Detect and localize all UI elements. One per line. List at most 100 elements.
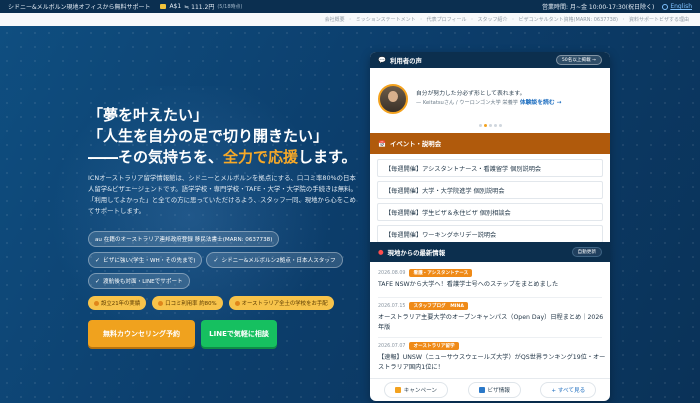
star-icon	[234, 300, 240, 306]
news-item[interactable]: 2026.08.09 看護・アシスタントナース TAFE NSWから大学へ！看護学…	[378, 269, 606, 290]
panel-footer: キャンペーン ビザ情報 + すべて見る	[370, 378, 610, 401]
language-label: English	[670, 3, 692, 10]
testimonial-text: 自分が努力した分必ず形として表れます。 — Keitatsuさん / ウーロンゴ…	[416, 90, 562, 108]
carousel-dot[interactable]	[488, 124, 492, 127]
globe-icon	[662, 3, 669, 10]
headline-line-1: 「夢を叶えたい」	[88, 106, 209, 124]
news-divider	[378, 297, 602, 298]
auto-update-badge: 自動更新	[571, 247, 602, 257]
testimonial-quote: 自分が努力した分必ず形として表れます。	[416, 91, 526, 97]
news-item[interactable]: 2026.07.15 スタッフブログ MINA オーストラリア主要大学のオープンキ…	[378, 302, 606, 333]
read-story-link[interactable]: 体験談を読む →	[520, 100, 562, 106]
badge-label: オーストラリア全土の学校をお手配	[241, 301, 328, 307]
view-all-button[interactable]: + すべて見る	[540, 382, 597, 398]
calendar-icon: 📅	[378, 139, 386, 148]
news-heading: 現地からの最新情報	[387, 248, 446, 257]
rate-value: ≒ 111.2円	[184, 4, 215, 11]
feature-pill-label: シドニー&メルボルン2拠点・日本人スタッフ	[221, 258, 336, 264]
avatar	[378, 84, 408, 114]
line-consult-button[interactable]: LINEで気軽に相談	[201, 320, 277, 347]
carousel-dot[interactable]	[478, 124, 482, 127]
news-header: ● 現地からの最新情報 自動更新	[370, 242, 610, 262]
carousel-dots	[370, 124, 610, 127]
news-title: 【速報】UNSW（ニューサウスウェールズ大学）がQS世界ランキング19位・オース…	[378, 354, 606, 371]
visa-label: ビザ情報	[487, 388, 510, 394]
feature-pill: au 在籍のオーストラリア連邦政府登録 移民法書士(MARN: 0637738)	[88, 231, 280, 247]
exchange-rate: A$1 ≒ 111.2円 (5/18時点)	[160, 2, 242, 11]
news-tag: オーストラリア留学	[409, 342, 459, 350]
coin-icon	[160, 4, 167, 9]
event-item[interactable]: 【毎週開催】大学・大学院進学 個別説明会	[377, 181, 603, 199]
testimonial: 自分が努力した分必ず形として表れます。 — Keitatsuさん / ウーロンゴ…	[378, 82, 604, 116]
event-item[interactable]: 【毎週開催】学生ビザ＆永住ビザ 個別相談会	[377, 203, 603, 221]
campaign-button[interactable]: キャンペーン	[383, 382, 449, 398]
language-link[interactable]: English	[662, 3, 692, 10]
feature-pill: ✓ 渡航後も対面・LINEでサポート	[88, 273, 190, 289]
gift-icon	[394, 387, 401, 393]
nav-item-staff[interactable]: スタッフ紹介	[475, 16, 511, 23]
check-icon: ✓	[95, 256, 101, 264]
event-list: 【毎週開催】アシスタントナース・看護留学 個別説明会 【毎週開催】大学・大学院進…	[377, 159, 603, 243]
headline-line-2: 「人生を自分の足で切り開きたい」	[88, 127, 329, 145]
event-item[interactable]: 【毎週開催】ワーキングホリデー説明会	[377, 225, 603, 243]
speech-bubble-icon: 💬	[378, 56, 386, 64]
hero-description: ICNオーストラリア留学情報館は、シドニーとメルボルンを拠点にする、口コミ率80…	[88, 174, 357, 215]
voice-header: 💬 利用者の声 50名以上掲載 →	[370, 52, 610, 68]
voice-heading: 利用者の声	[389, 56, 422, 65]
events-header: 📅 イベント・説明会	[370, 133, 610, 154]
rate-note: (5/18時点)	[217, 4, 243, 10]
carousel-dot-active[interactable]	[483, 124, 487, 127]
nav-item-marn[interactable]: ビザコンサルタント資格(MARN: 0637738)	[516, 16, 621, 23]
headline-accent: 全力で応援	[223, 148, 299, 166]
badge-label: 設立21年の実績	[101, 301, 141, 307]
sub-navigation: 会社概要 ・ ミッションステートメント ・ 代表プロフィール ・ スタッフ紹介 …	[0, 13, 700, 26]
campaign-label: キャンペーン	[403, 388, 438, 394]
news-date: 2026.07.07	[378, 343, 406, 349]
feature-pill-label: ビザに強い(学生・WH・その先まで)	[103, 258, 196, 264]
news-item[interactable]: 2026.07.07 オーストラリア留学 【速報】UNSW（ニューサウスウェールズ…	[378, 342, 606, 373]
nav-item-company[interactable]: 会社概要	[322, 16, 348, 23]
visa-info-button[interactable]: ビザ情報	[467, 382, 521, 398]
achievement-badges: 設立21年の実績 口コミ利用率 約80% オーストラリア全土の学校をお手配	[88, 296, 334, 310]
feature-pill: ✓ ビザに強い(学生・WH・その先まで)	[88, 252, 203, 268]
check-icon: ✓	[213, 256, 219, 264]
rate-label: A$1	[169, 3, 182, 10]
carousel-dot[interactable]	[493, 124, 497, 127]
feature-pill: ✓ シドニー&メルボルン2拠点・日本人スタッフ	[206, 252, 343, 268]
events-heading: イベント・説明会	[389, 140, 442, 148]
hero-headline: 「夢を叶えたい」 「人生を自分の足で切り開きたい」 ――その気持ちを、全力で応援…	[88, 105, 358, 168]
check-icon: ✓	[95, 277, 101, 285]
achievement-badge: 口コミ利用率 約80%	[152, 296, 223, 310]
news-date: 2026.07.15	[378, 303, 406, 309]
news-date: 2026.08.09	[378, 270, 406, 276]
voice-more-button[interactable]: 50名以上掲載 →	[555, 55, 602, 65]
document-icon	[478, 387, 485, 393]
headline-line-3-pre: ――その気持ちを、	[88, 148, 224, 166]
badge-label: 口コミ利用率 約80%	[165, 301, 217, 307]
news-tag: 看護・アシスタントナース	[409, 269, 473, 277]
top-info-bar: シドニー&メルボルン現地オフィスから無料サポート A$1 ≒ 111.2円 (5…	[0, 0, 700, 13]
news-title: TAFE NSWから大学へ！看護学士号へのステップをまとめました	[378, 281, 559, 288]
news-tag: スタッフブログ MINA	[409, 302, 468, 310]
free-counseling-button[interactable]: 無料カウンセリング予約	[88, 320, 195, 347]
nav-item-mission[interactable]: ミッションステートメント	[353, 16, 419, 23]
live-dot-icon: ●	[378, 248, 384, 256]
business-hours: 営業時間: 月~金 10:00-17:30(祝日除く)	[542, 4, 655, 11]
nav-item-profile[interactable]: 代表プロフィール	[424, 16, 470, 23]
achievement-badge: オーストラリア全土の学校をお手配	[228, 296, 334, 310]
tagline: シドニー&メルボルン現地オフィスから無料サポート	[8, 4, 151, 11]
event-item[interactable]: 【毎週開催】アシスタントナース・看護留学 個別説明会	[377, 159, 603, 177]
nav-item-reason[interactable]: 資料サポートビザする理由	[626, 16, 692, 23]
headline-line-3-post: します。	[298, 148, 357, 166]
achievement-badge: 設立21年の実績	[88, 296, 147, 310]
testimonial-author: — Keitatsuさん / ウーロンゴン大学 栄養学	[416, 100, 518, 106]
trophy-icon	[94, 300, 99, 306]
news-title: オーストラリア主要大学のオープンキャンパス（Open Day）日程まとめ｜202…	[378, 314, 604, 331]
feature-pill-label: au 在籍のオーストラリア連邦政府登録 移民法書士(MARN: 0637738)	[95, 237, 273, 243]
star-icon	[158, 300, 164, 306]
carousel-dot[interactable]	[498, 124, 502, 127]
news-divider	[378, 337, 602, 338]
feature-pills: au 在籍のオーストラリア連邦政府登録 移民法書士(MARN: 0637738)…	[88, 231, 368, 289]
feature-pill-label: 渡航後も対面・LINEでサポート	[103, 279, 183, 285]
headline-line-3: ――その気持ちを、全力で応援します。	[88, 147, 358, 168]
